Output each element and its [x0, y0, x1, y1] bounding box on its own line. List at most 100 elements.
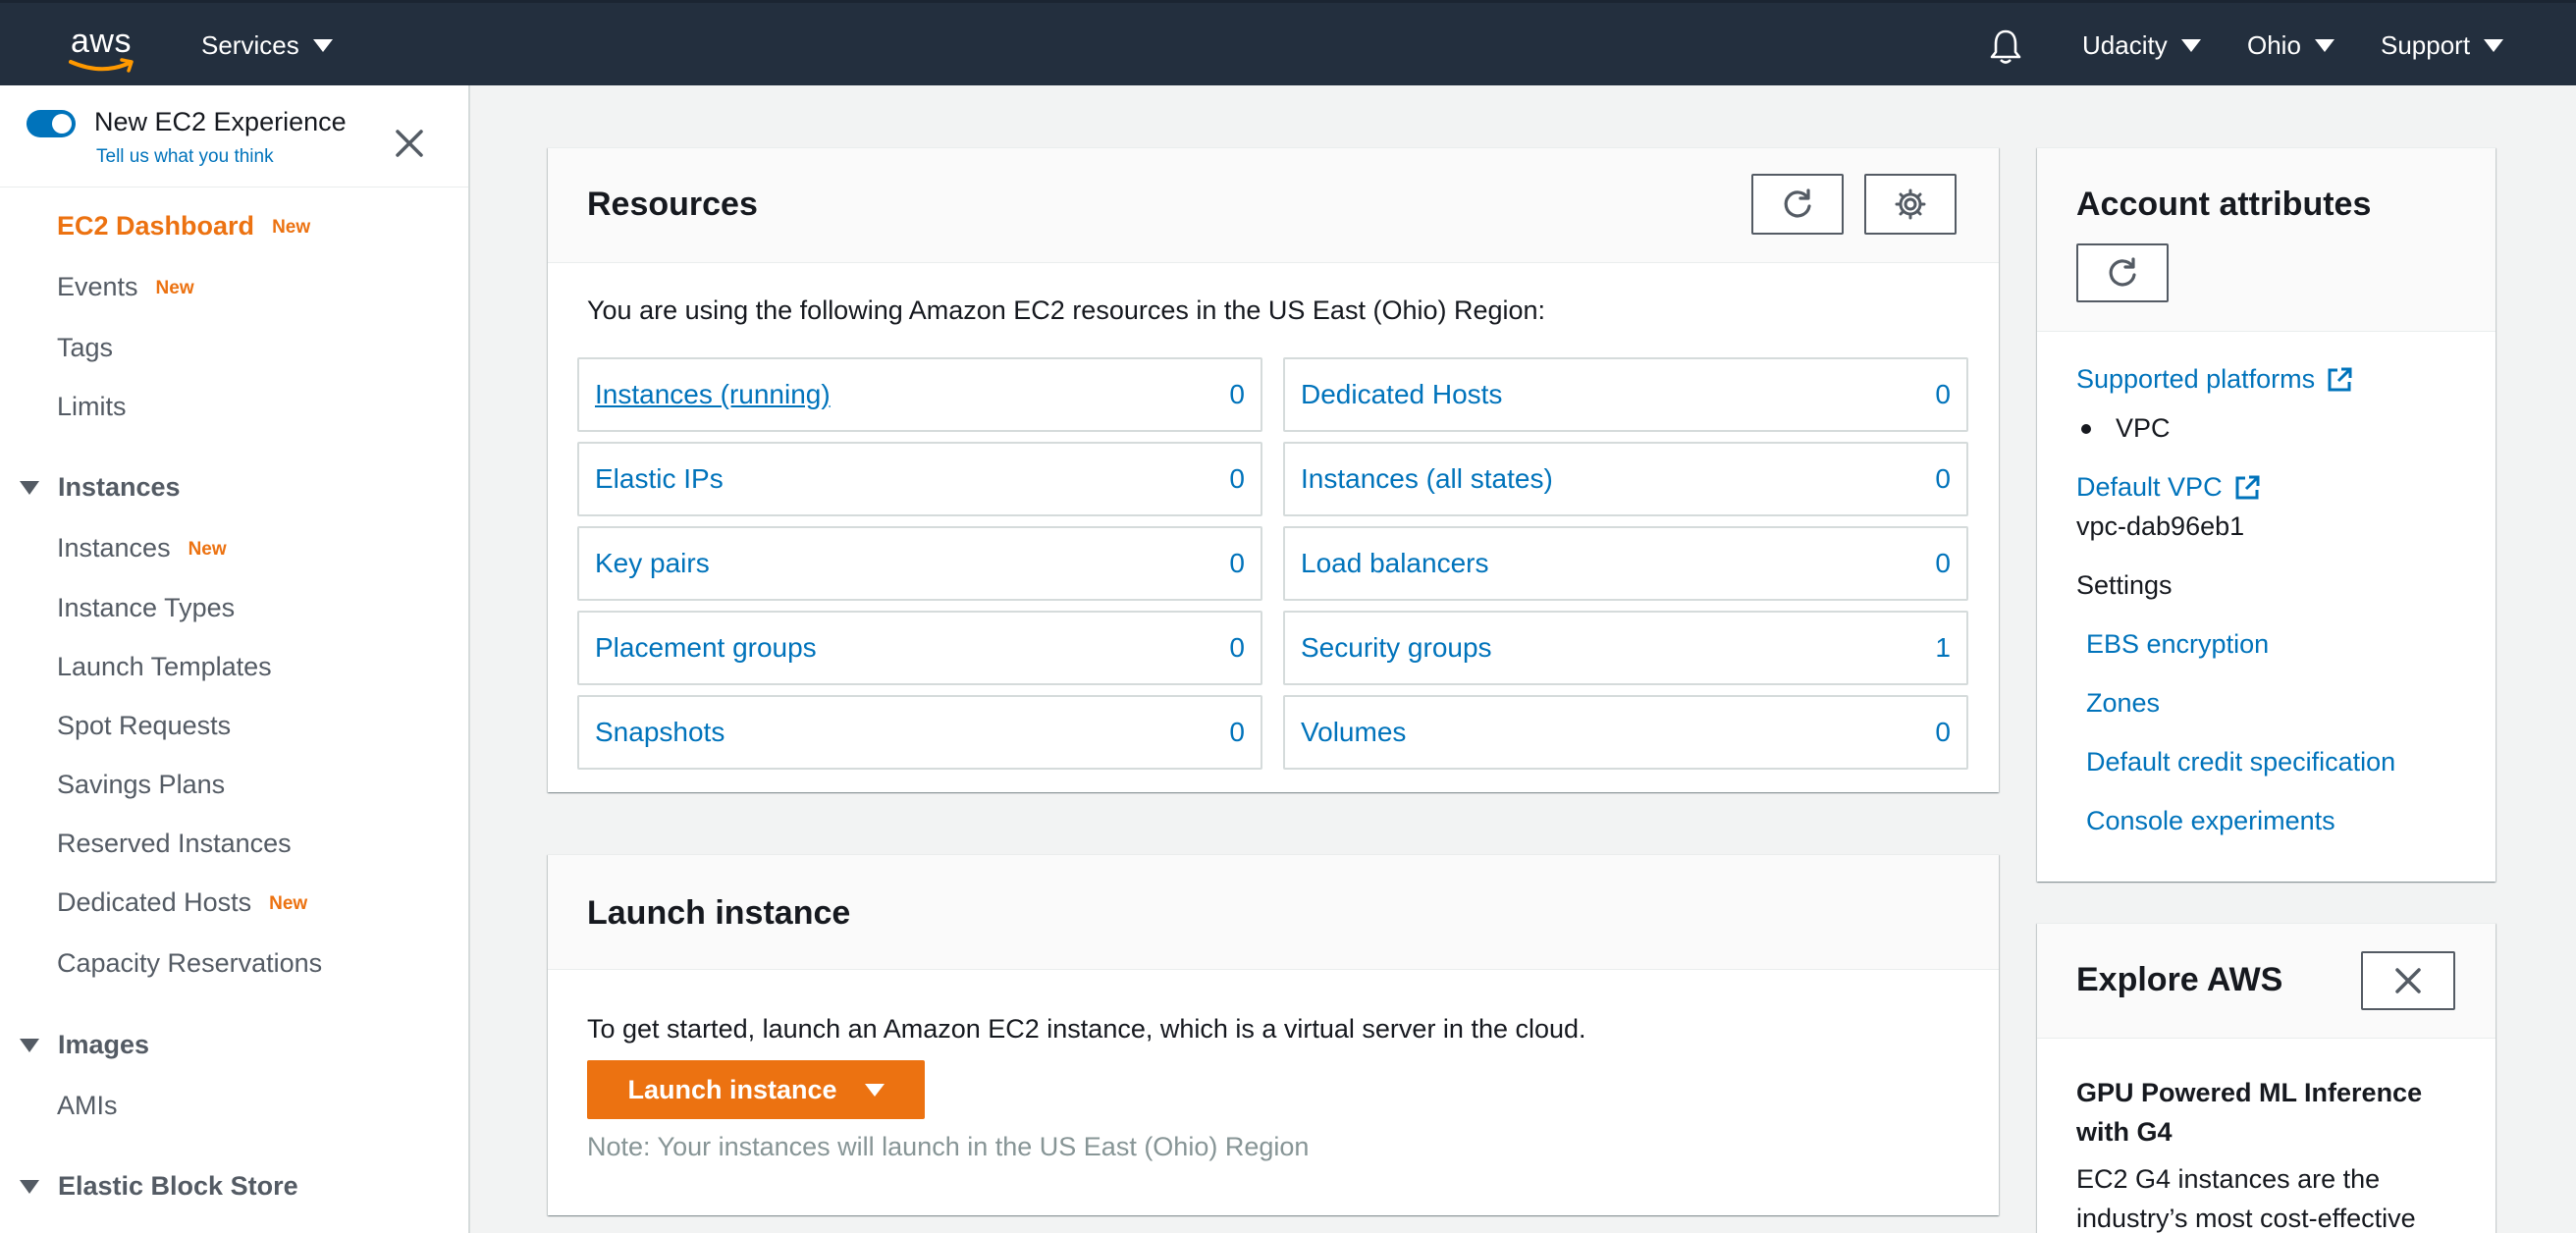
resource-cell[interactable]: Placement groups 0: [577, 611, 1262, 685]
account-label: Udacity: [2082, 30, 2168, 60]
caret-down-icon: [20, 480, 39, 495]
resource-cell[interactable]: Elastic IPs 0: [577, 442, 1262, 516]
list-bullet: [2081, 424, 2091, 434]
sidebar-item-label: Reserved Instances: [57, 829, 292, 858]
resource-link[interactable]: Instances (all states): [1301, 463, 1553, 495]
sidebar-item-label: Spot Requests: [57, 711, 232, 740]
platform-vpc: VPC: [2116, 413, 2171, 443]
sidebar-item-limits[interactable]: Limits: [57, 392, 127, 422]
default-credit-specification-link[interactable]: Default credit specification: [2086, 747, 2395, 777]
launch-instance-title: Launch instance: [587, 894, 851, 932]
sidebar-item-instances[interactable]: Instances New: [57, 533, 227, 563]
resource-count: 1: [1935, 632, 1951, 663]
region-menu[interactable]: Ohio: [2247, 3, 2334, 88]
supported-platforms-link[interactable]: Supported platforms: [2076, 364, 2354, 395]
sidebar-item-launch-templates[interactable]: Launch Templates: [57, 652, 272, 682]
resources-panel: Resources You are using the following Am…: [548, 147, 1999, 792]
notifications-button[interactable]: [1988, 3, 2023, 88]
explore-aws-panel: Explore AWS GPU Powered ML Inference wit…: [2037, 923, 2496, 1233]
launch-instance-description: To get started, launch an Amazon EC2 ins…: [587, 1014, 1586, 1044]
sidebar-item-label: Limits: [57, 392, 127, 421]
gear-icon: [1895, 188, 1926, 220]
resource-count: 0: [1229, 463, 1245, 494]
resource-cell[interactable]: Instances (running) 0: [577, 357, 1262, 432]
settings-button[interactable]: [1864, 174, 1957, 235]
ebs-encryption-link[interactable]: EBS encryption: [2086, 629, 2269, 660]
sidebar: New EC2 Experience Tell us what you thin…: [0, 85, 470, 1233]
feedback-link[interactable]: Tell us what you think: [96, 146, 274, 168]
sidebar-item-instance-types[interactable]: Instance Types: [57, 593, 235, 623]
resource-cell[interactable]: Instances (all states) 0: [1283, 442, 1968, 516]
close-icon: [2395, 968, 2421, 993]
resource-link[interactable]: Instances (running): [595, 379, 831, 410]
resources-title: Resources: [587, 186, 758, 223]
sidebar-item-savings-plans[interactable]: Savings Plans: [57, 770, 225, 800]
resource-cell[interactable]: Key pairs 0: [577, 526, 1262, 601]
sidebar-section-elastic-block-store[interactable]: Elastic Block Store: [20, 1171, 298, 1202]
sidebar-item-label: Instances: [57, 533, 171, 563]
caret-down-icon: [2314, 39, 2334, 52]
sidebar-item-label: Tags: [57, 333, 114, 362]
external-link-icon: [2328, 367, 2352, 391]
sidebar-item-events[interactable]: Events New: [57, 272, 194, 302]
account-attributes-title: Account attributes: [2076, 186, 2372, 223]
caret-down-icon: [312, 39, 333, 52]
resource-link[interactable]: Security groups: [1301, 632, 1492, 664]
resource-link[interactable]: Load balancers: [1301, 548, 1488, 579]
resource-cell[interactable]: Load balancers 0: [1283, 526, 1968, 601]
caret-down-icon: [864, 1083, 885, 1097]
services-menu[interactable]: Services: [201, 3, 333, 88]
explore-aws-body: EC2 G4 instances are the industry’s most…: [2076, 1164, 2416, 1233]
sidebar-item-label: Savings Plans: [57, 770, 226, 799]
resource-cell[interactable]: Snapshots 0: [577, 695, 1262, 770]
section-label: Instances: [58, 472, 181, 502]
close-icon[interactable]: [393, 127, 426, 160]
launch-region-note: Note: Your instances will launch in the …: [587, 1132, 1310, 1161]
sidebar-section-images[interactable]: Images: [20, 1030, 149, 1060]
resource-count: 0: [1935, 548, 1951, 578]
sidebar-item-spot-requests[interactable]: Spot Requests: [57, 711, 231, 741]
zones-link[interactable]: Zones: [2086, 688, 2160, 719]
new-experience-toggle[interactable]: [27, 110, 76, 137]
sidebar-section-instances[interactable]: Instances: [20, 472, 181, 503]
supported-platforms-label: Supported platforms: [2076, 364, 2316, 394]
section-label: Images: [58, 1030, 150, 1059]
sidebar-item-tags[interactable]: Tags: [57, 333, 113, 363]
sidebar-item-amis[interactable]: AMIs: [57, 1091, 118, 1121]
new-badge: New: [272, 216, 311, 238]
resource-count: 0: [1229, 717, 1245, 747]
new-experience-title: New EC2 Experience: [94, 107, 347, 136]
resource-cell[interactable]: Dedicated Hosts 0: [1283, 357, 1968, 432]
default-vpc-link[interactable]: Default VPC: [2076, 472, 2262, 503]
new-badge: New: [188, 538, 227, 560]
resource-cell[interactable]: Security groups 1: [1283, 611, 1968, 685]
new-badge: New: [269, 892, 308, 914]
launch-instance-panel: Launch instance To get started, launch a…: [548, 854, 1999, 1215]
dismiss-button[interactable]: [2361, 951, 2455, 1010]
resource-link[interactable]: Snapshots: [595, 717, 724, 748]
sidebar-item-ec2-dashboard[interactable]: EC2 Dashboard New: [57, 211, 310, 241]
resource-link[interactable]: Elastic IPs: [595, 463, 724, 495]
console-experiments-link[interactable]: Console experiments: [2086, 806, 2335, 836]
sidebar-item-capacity-reservations[interactable]: Capacity Reservations: [57, 948, 322, 979]
resource-link[interactable]: Volumes: [1301, 717, 1406, 748]
refresh-button[interactable]: [2076, 243, 2169, 302]
explore-aws-header: Explore AWS: [2037, 924, 2496, 1039]
refresh-button[interactable]: [1751, 174, 1844, 235]
resource-count: 0: [1229, 548, 1245, 578]
resource-count: 0: [1935, 717, 1951, 747]
account-menu[interactable]: Udacity: [2082, 3, 2201, 88]
aws-logo[interactable]: aws: [67, 21, 137, 73]
sidebar-item-dedicated-hosts[interactable]: Dedicated Hosts New: [57, 887, 307, 918]
caret-down-icon: [20, 1179, 39, 1194]
launch-instance-button[interactable]: Launch instance: [587, 1060, 925, 1119]
resource-link[interactable]: Key pairs: [595, 548, 710, 579]
resource-link[interactable]: Dedicated Hosts: [1301, 379, 1502, 410]
resource-cell[interactable]: Volumes 0: [1283, 695, 1968, 770]
sidebar-item-reserved-instances[interactable]: Reserved Instances: [57, 829, 292, 859]
caret-down-icon: [2484, 39, 2504, 52]
resources-intro-text: You are using the following Amazon EC2 r…: [587, 295, 1546, 325]
explore-aws-title: Explore AWS: [2076, 961, 2283, 998]
resource-link[interactable]: Placement groups: [595, 632, 817, 664]
support-menu[interactable]: Support: [2381, 3, 2504, 88]
